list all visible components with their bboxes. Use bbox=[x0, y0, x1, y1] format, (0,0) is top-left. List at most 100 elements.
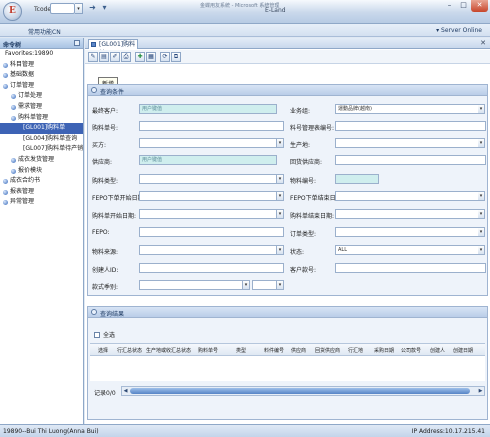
buyer-no-input[interactable]: 用户键值 bbox=[139, 104, 277, 114]
lot-input[interactable] bbox=[139, 138, 277, 148]
scroll-right-icon[interactable]: ▶ bbox=[477, 387, 484, 395]
purchase-no-input[interactable] bbox=[139, 121, 284, 131]
material-source-input[interactable] bbox=[139, 245, 277, 255]
column-header[interactable]: 购料单号 bbox=[198, 347, 218, 354]
creator-id-input[interactable] bbox=[139, 263, 284, 273]
sidebar-item[interactable]: 订单管理 bbox=[0, 81, 83, 92]
column-header[interactable]: 类型 bbox=[236, 347, 246, 354]
fepo-end-input[interactable] bbox=[335, 191, 479, 201]
collapse-icon[interactable] bbox=[91, 87, 97, 93]
lot-dropdown[interactable]: ▾ bbox=[277, 138, 284, 148]
end-date-dropdown[interactable]: ▾ bbox=[478, 209, 485, 219]
material-source-dropdown[interactable]: ▾ bbox=[277, 245, 284, 255]
column-header[interactable]: 创建人 bbox=[430, 347, 445, 354]
column-header[interactable]: 供应商 bbox=[291, 347, 306, 354]
new-button[interactable]: ✎ bbox=[88, 52, 98, 62]
status-dropdown[interactable]: ▾ bbox=[478, 245, 485, 255]
tree-node-icon bbox=[3, 189, 8, 195]
sidebar-item[interactable]: Favorites:19890 bbox=[0, 49, 83, 60]
column-header[interactable]: 选择 bbox=[98, 347, 108, 354]
ribbon-tab-common[interactable]: 常用功能CN bbox=[28, 27, 61, 36]
material-no-input[interactable] bbox=[335, 174, 379, 184]
sidebar-item[interactable]: 购料单管理 bbox=[0, 113, 83, 124]
sidebar-item[interactable]: 基础数据 bbox=[0, 70, 83, 81]
supplier-input[interactable]: 用户键值 bbox=[139, 155, 277, 165]
result-panel-header[interactable]: 查询结果 bbox=[88, 307, 487, 318]
grid-button[interactable]: ▦ bbox=[146, 52, 156, 62]
server-status[interactable]: ▾ Server Online bbox=[436, 27, 482, 34]
business-group-select[interactable]: 運動品牌(越南) bbox=[335, 104, 479, 114]
close-tab-icon[interactable]: ✕ bbox=[480, 39, 486, 47]
order-type-dropdown[interactable]: ▾ bbox=[478, 227, 485, 237]
add-button[interactable]: ✚ bbox=[135, 52, 145, 62]
print-button[interactable]: ⎙ bbox=[121, 52, 131, 62]
return-supplier-input[interactable] bbox=[335, 155, 486, 165]
material-type-dropdown[interactable]: ▾ bbox=[277, 174, 284, 184]
pin-icon[interactable] bbox=[74, 40, 80, 46]
sidebar-item[interactable]: 订单处理 bbox=[0, 91, 83, 102]
app-menu-button[interactable]: E bbox=[3, 2, 22, 21]
result-grid-header: 选择 行汇总状态 生产地或收汇总状态 购料单号 类型 料件编号 供应商 回货供应… bbox=[90, 343, 485, 356]
status-select[interactable]: ALL bbox=[335, 245, 479, 255]
column-header[interactable]: 料件编号 bbox=[264, 347, 284, 354]
column-header[interactable]: 创建日期 bbox=[453, 347, 473, 354]
mgmt-no-input[interactable] bbox=[335, 121, 486, 131]
column-header[interactable]: 行汇地 bbox=[348, 347, 363, 354]
business-group-dropdown[interactable]: ▾ bbox=[478, 104, 485, 114]
start-date-input[interactable] bbox=[139, 209, 277, 219]
sidebar-item[interactable]: 成衣合约书 bbox=[0, 176, 83, 187]
column-header[interactable]: 回货供应商 bbox=[315, 347, 340, 354]
fepo-input[interactable] bbox=[139, 227, 284, 237]
minimize-button[interactable]: – bbox=[443, 0, 456, 12]
scroll-left-icon[interactable]: ◀ bbox=[122, 387, 129, 395]
season-dropdown[interactable]: ▾ bbox=[243, 280, 250, 290]
column-header[interactable]: 公司款号 bbox=[401, 347, 421, 354]
sidebar-item[interactable]: 报表管理 bbox=[0, 187, 83, 198]
order-type-input[interactable] bbox=[335, 227, 479, 237]
sidebar-item[interactable]: 异常管理 bbox=[0, 197, 83, 208]
scrollbar-thumb[interactable] bbox=[130, 388, 470, 394]
edit-button[interactable]: ▤ bbox=[99, 52, 109, 62]
fepo-start-input[interactable] bbox=[139, 191, 277, 201]
sidebar-item[interactable]: 科目管理 bbox=[0, 60, 83, 71]
tcode-input[interactable] bbox=[50, 3, 75, 14]
tab-gl001[interactable]: [GL001]购料单 bbox=[88, 39, 138, 57]
season-year-input[interactable] bbox=[252, 280, 277, 290]
column-header[interactable]: 采购日期 bbox=[374, 347, 394, 354]
query-panel-header[interactable]: 查询条件 bbox=[88, 85, 487, 96]
production-place-dropdown[interactable]: ▾ bbox=[478, 138, 485, 148]
sidebar-item[interactable]: 成衣发货管理 bbox=[0, 155, 83, 166]
column-header[interactable]: 行汇总状态 bbox=[117, 347, 142, 354]
fepo-end-dropdown[interactable]: ▾ bbox=[478, 191, 485, 201]
tcode-dropdown-button[interactable]: ▾ bbox=[75, 3, 83, 14]
maximize-button[interactable]: □ bbox=[457, 0, 470, 12]
sidebar-item[interactable]: [GL004]购料单查询 bbox=[0, 134, 83, 145]
collapse-icon[interactable] bbox=[91, 309, 97, 315]
tree-node-icon bbox=[3, 179, 8, 185]
fepo-start-dropdown[interactable]: ▾ bbox=[277, 191, 284, 201]
horizontal-scrollbar[interactable]: ◀ ▶ bbox=[121, 386, 485, 396]
refresh-button[interactable]: ⟳ bbox=[160, 52, 170, 62]
modify-button[interactable]: ✐ bbox=[110, 52, 120, 62]
quick-access-customize-icon[interactable]: ▾ bbox=[100, 3, 109, 13]
customer-no-input[interactable] bbox=[335, 263, 486, 273]
column-header[interactable]: 生产地或收汇总状态 bbox=[146, 347, 191, 354]
sidebar-item[interactable]: 需求管理 bbox=[0, 102, 83, 113]
end-date-input[interactable] bbox=[335, 209, 479, 219]
sidebar-item[interactable]: 报价模块 bbox=[0, 166, 83, 177]
season-input[interactable] bbox=[139, 280, 243, 290]
close-button[interactable]: ✕ bbox=[471, 0, 488, 12]
quick-access-arrow-icon[interactable]: ➜ bbox=[88, 3, 97, 13]
season-year-dropdown[interactable]: ▾ bbox=[277, 280, 284, 290]
sidebar-item[interactable]: [GL007]购料单待产销 bbox=[0, 144, 83, 155]
select-all-checkbox[interactable]: 全选 bbox=[94, 330, 115, 339]
material-type-input[interactable] bbox=[139, 174, 277, 184]
copy-button[interactable]: ⧉ bbox=[171, 52, 181, 62]
production-place-input[interactable] bbox=[335, 138, 479, 148]
sidebar-item[interactable]: [GL001]购料单 bbox=[0, 123, 83, 134]
end-date-label: 购料单结束日期: bbox=[290, 213, 335, 220]
start-date-dropdown[interactable]: ▾ bbox=[277, 209, 284, 219]
sidebar-item-label: [GL007]购料单待产销 bbox=[23, 145, 84, 153]
record-count: 记录0/0 bbox=[94, 390, 116, 397]
result-grid-body[interactable] bbox=[90, 356, 485, 381]
